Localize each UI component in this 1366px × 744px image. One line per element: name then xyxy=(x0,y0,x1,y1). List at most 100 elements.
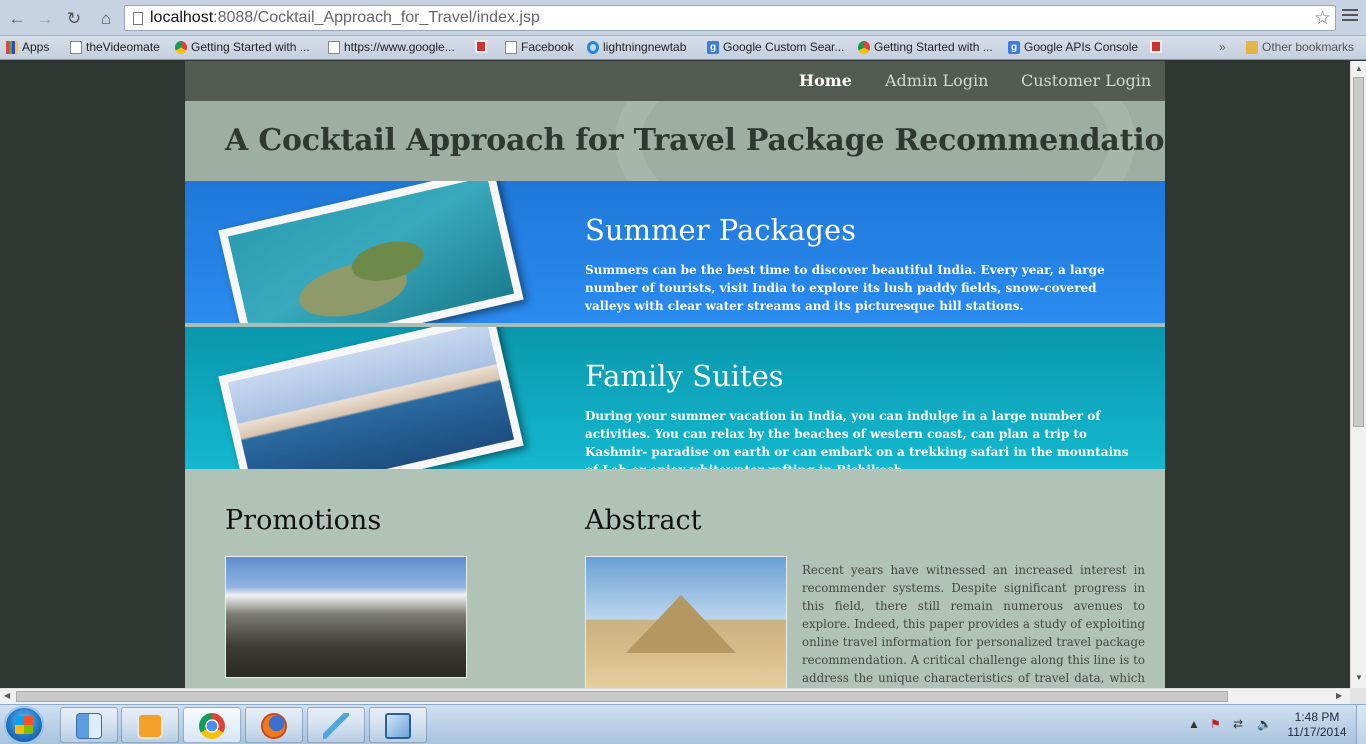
bookmarks-bar: Apps theVideomate Getting Started with .… xyxy=(0,36,1366,60)
mountain-photo[interactable] xyxy=(225,556,467,678)
bookmark-app-1[interactable] xyxy=(475,40,487,53)
horizontal-scroll-thumb[interactable] xyxy=(16,691,1228,702)
browser-toolbar: ← → ↻ ⌂ localhost:8088/Cocktail_Approach… xyxy=(0,0,1366,36)
chrome-icon xyxy=(175,40,187,54)
clock-time: 1:48 PM xyxy=(1294,710,1340,724)
forward-arrow-icon[interactable]: → xyxy=(34,8,56,30)
scroll-up-arrow-icon[interactable]: ▲ xyxy=(1355,64,1363,73)
abstract-text: Recent years have witnessed an increased… xyxy=(802,563,1145,685)
clock-date: 11/17/2014 xyxy=(1287,725,1347,739)
pyramids-photo xyxy=(585,556,787,688)
back-arrow-icon[interactable]: ← xyxy=(6,8,28,30)
page-icon xyxy=(70,40,82,54)
chrome-icon xyxy=(858,40,870,54)
page-icon xyxy=(133,12,143,25)
taskbar-finder-button[interactable] xyxy=(60,707,118,743)
vertical-scroll-thumb[interactable] xyxy=(1353,77,1364,427)
taskbar-chrome-button[interactable] xyxy=(183,707,241,743)
feature-title[interactable]: Family Suites xyxy=(585,359,784,393)
promotions-title: Promotions xyxy=(225,505,382,536)
bookmark-label: Apps xyxy=(22,40,50,54)
taskbar-firefox-button[interactable] xyxy=(245,707,303,743)
scroll-left-arrow-icon[interactable]: ◀ xyxy=(4,691,10,700)
bookmark-getting-started-2[interactable]: Getting Started with ... xyxy=(858,40,993,54)
menu-icon[interactable] xyxy=(1342,9,1358,24)
lightning-newtab-icon xyxy=(587,40,599,54)
bookmark-facebook[interactable]: Facebook xyxy=(505,40,574,54)
bookmark-label: Google Custom Sear... xyxy=(723,40,845,54)
page-icon xyxy=(328,40,340,54)
bookmark-label: Facebook xyxy=(521,40,574,54)
media-player-icon xyxy=(137,713,163,739)
taskbar-virtualbox-button[interactable] xyxy=(369,707,427,743)
feature-photo xyxy=(218,327,524,469)
page-icon xyxy=(505,40,517,54)
page-viewport: Home Admin Login Customer Login A Cockta… xyxy=(0,61,1350,688)
url-path: :8088/Cocktail_Approach_for_Travel/index… xyxy=(213,9,540,26)
system-clock[interactable]: 1:48 PM 11/17/2014 xyxy=(1284,710,1350,740)
feature-title[interactable]: Summer Packages xyxy=(585,213,856,247)
bookmark-label: lightningnewtab xyxy=(603,40,687,54)
show-desktop-button[interactable] xyxy=(1356,705,1366,744)
firefox-icon xyxy=(261,713,287,739)
feature-family-suites: Family Suites During your summer vacatio… xyxy=(185,327,1165,469)
address-bar[interactable]: localhost:8088/Cocktail_Approach_for_Tra… xyxy=(124,5,1336,31)
url-host: localhost xyxy=(150,9,214,26)
bookmark-app-2[interactable] xyxy=(1150,40,1162,53)
island-photo xyxy=(227,181,515,323)
bookmark-google-custom-search[interactable]: g Google Custom Sear... xyxy=(707,40,844,54)
folder-icon xyxy=(1246,40,1258,54)
site-nav: Home Admin Login Customer Login xyxy=(185,61,1165,101)
google-icon: g xyxy=(1008,40,1020,54)
site-header: A Cocktail Approach for Travel Package R… xyxy=(185,101,1165,181)
action-center-icon[interactable]: ⚑ xyxy=(1210,717,1221,731)
nav-admin-login-link[interactable]: Admin Login xyxy=(885,71,988,90)
google-icon: g xyxy=(707,40,719,54)
feature-description: During your summer vacation in India, yo… xyxy=(585,409,1129,469)
other-bookmarks-label: Other bookmarks xyxy=(1262,40,1355,54)
bookmark-app-icon xyxy=(1150,40,1162,53)
chrome-icon xyxy=(199,713,225,739)
nav-home-link[interactable]: Home xyxy=(799,71,852,90)
nav-customer-login-link[interactable]: Customer Login xyxy=(1021,71,1151,90)
bookmark-google-apis-console[interactable]: g Google APIs Console xyxy=(1008,40,1138,54)
harbor-photo xyxy=(227,327,515,469)
horizontal-scrollbar[interactable]: ◀ ▶ xyxy=(0,688,1350,704)
site-title: A Cocktail Approach for Travel Package R… xyxy=(225,123,1165,158)
taskbar-lightning-button[interactable] xyxy=(307,707,365,743)
bookmark-getting-started-1[interactable]: Getting Started with ... xyxy=(175,40,310,54)
feature-description: Summers can be the best time to discover… xyxy=(585,263,1105,313)
feature-photo xyxy=(218,181,524,323)
taskbar-media-button[interactable] xyxy=(121,707,179,743)
bookmark-google-url[interactable]: https://www.google... xyxy=(328,40,455,54)
url-text[interactable]: localhost:8088/Cocktail_Approach_for_Tra… xyxy=(150,9,540,27)
bookmark-lightningnewtab[interactable]: lightningnewtab xyxy=(587,40,686,54)
bookmark-label: Google APIs Console xyxy=(1024,40,1139,54)
feature-summer-packages: Summer Packages Summers can be the best … xyxy=(185,181,1165,323)
bookmark-label: Getting Started with ... xyxy=(874,40,993,54)
network-icon[interactable]: ⇄ xyxy=(1233,717,1243,731)
reload-icon[interactable]: ↻ xyxy=(63,8,85,30)
vertical-scrollbar[interactable]: ▲ ▼ xyxy=(1350,61,1366,688)
taskbar: ▲ ⚑ ⇄ 🔈 1:48 PM 11/17/2014 xyxy=(0,704,1366,744)
finder-icon xyxy=(76,713,102,739)
bookmark-star-icon[interactable]: ☆ xyxy=(1314,7,1331,30)
start-button[interactable] xyxy=(4,706,44,744)
content-section: Promotions Abstract Recent years have wi… xyxy=(185,469,1165,688)
bookmark-apps[interactable]: Apps xyxy=(6,40,49,54)
bookmark-label: Getting Started with ... xyxy=(191,40,310,54)
windows-logo-icon xyxy=(15,716,33,734)
scroll-right-arrow-icon[interactable]: ▶ xyxy=(1336,691,1342,700)
site-container: Home Admin Login Customer Login A Cockta… xyxy=(185,61,1165,688)
bookmark-thevideomate[interactable]: theVideomate xyxy=(70,40,160,54)
bookmark-app-icon xyxy=(475,40,487,53)
home-icon[interactable]: ⌂ xyxy=(95,8,117,30)
other-bookmarks[interactable]: Other bookmarks xyxy=(1246,40,1354,54)
volume-muted-icon[interactable]: 🔈 xyxy=(1257,717,1272,731)
bookmark-label: https://www.google... xyxy=(344,40,455,54)
lightning-icon xyxy=(323,713,349,739)
pyramid-shape xyxy=(626,595,736,653)
bookmarks-overflow-button[interactable]: » xyxy=(1219,40,1226,54)
tray-expand-icon[interactable]: ▲ xyxy=(1188,717,1200,731)
scroll-down-arrow-icon[interactable]: ▼ xyxy=(1355,673,1363,682)
